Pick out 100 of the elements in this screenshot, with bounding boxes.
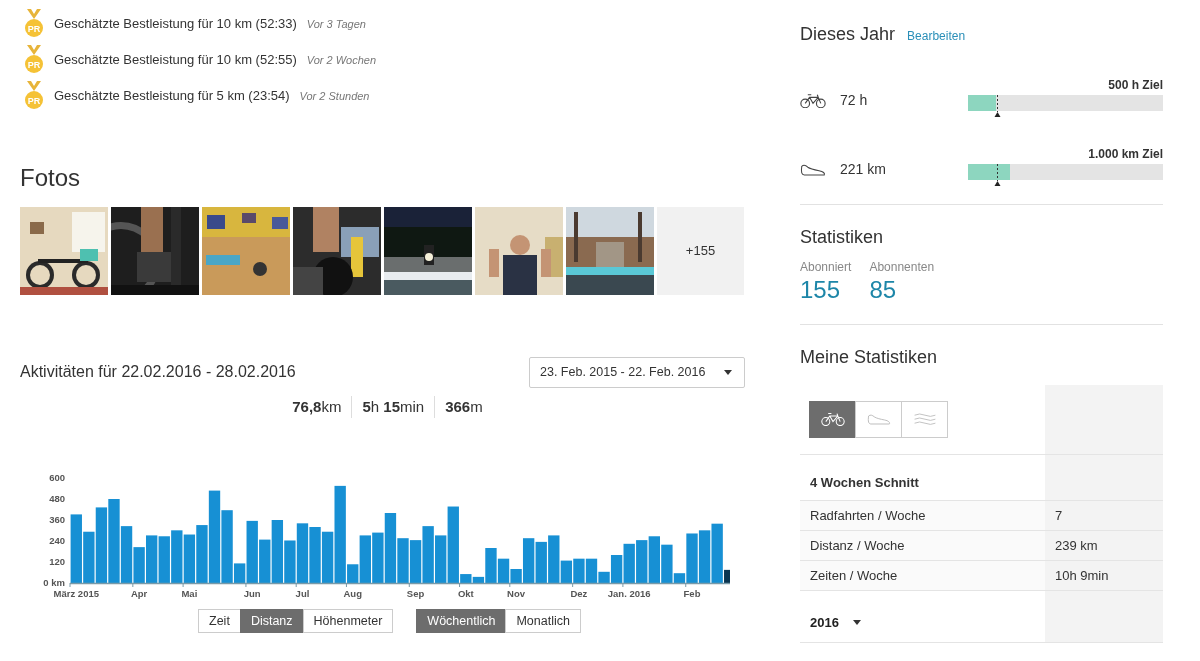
- year-dropdown[interactable]: 2016: [810, 612, 861, 633]
- chart-bar[interactable]: [535, 542, 547, 584]
- shoe-icon: [866, 412, 891, 427]
- stat-label: Abonniert: [800, 259, 852, 277]
- caret-icon: [852, 619, 861, 625]
- toggle-button[interactable]: Wöchentlich: [416, 609, 507, 634]
- stat-value[interactable]: 155: [800, 278, 852, 303]
- toggle-button[interactable]: Zeit: [198, 609, 241, 634]
- chart-bar[interactable]: [636, 540, 648, 584]
- chart-bar[interactable]: [271, 520, 283, 584]
- chart-bar[interactable]: [523, 538, 535, 584]
- chart-bar[interactable]: [673, 573, 686, 584]
- chart-bar[interactable]: [623, 544, 635, 584]
- chart-bar[interactable]: [120, 526, 133, 584]
- chart-bar[interactable]: [698, 530, 711, 584]
- caret-icon: [724, 369, 732, 375]
- axis-label: Feb: [683, 588, 701, 600]
- record-time: Vor 3 Tagen: [306, 16, 366, 32]
- table-cell: Radfahrten / Woche: [800, 500, 1045, 530]
- section-title: Fotos: [20, 164, 82, 193]
- goal-label: 500 h Ziel: [1108, 76, 1163, 94]
- sport-tab[interactable]: [809, 400, 856, 438]
- chart-bar[interactable]: [610, 555, 623, 584]
- chart-bar[interactable]: [321, 532, 334, 584]
- chart-bar[interactable]: [384, 513, 397, 584]
- axis-label: 120: [49, 556, 65, 568]
- axis-label: Nov: [507, 588, 526, 600]
- chart-bar[interactable]: [83, 532, 95, 584]
- chart-bar[interactable]: [208, 490, 221, 584]
- axis-label: 480: [49, 493, 65, 505]
- chart-bar[interactable]: [711, 523, 723, 584]
- chart-bar[interactable]: [171, 530, 183, 584]
- goal-value: 72 h: [840, 91, 868, 111]
- more-photos-tile[interactable]: +155: [657, 206, 744, 295]
- chart-bar[interactable]: [585, 558, 598, 584]
- chart-bar[interactable]: [246, 521, 258, 584]
- section-title: Meine Statistiken: [800, 347, 939, 369]
- chart-bar[interactable]: [334, 486, 346, 584]
- toggle-button[interactable]: Höhenmeter: [302, 609, 394, 634]
- table-cell: 7: [1045, 500, 1163, 530]
- section-title: Statistiken: [800, 226, 885, 249]
- chart-bar[interactable]: [233, 563, 246, 584]
- axis-label: Aug: [343, 588, 362, 600]
- summary-value: 366m: [434, 395, 493, 419]
- chart-bar[interactable]: [158, 536, 170, 584]
- chart-bar[interactable]: [347, 564, 359, 584]
- record-text: Geschätzte Bestleistung für 10 km (52:33): [54, 15, 297, 34]
- table-cell: 239 km: [1045, 530, 1163, 560]
- chart-bar[interactable]: [183, 534, 196, 584]
- table-section-title: 4 Wochen Schnitt: [810, 474, 919, 493]
- axis-label: Apr: [130, 588, 148, 600]
- chart-bar[interactable]: [460, 574, 472, 584]
- axis-label: Sep: [406, 588, 425, 600]
- chart-bar[interactable]: [497, 558, 510, 584]
- summary-value: 5h 15min: [351, 395, 435, 419]
- toggle-button[interactable]: Monatlich: [505, 609, 581, 634]
- chart-bar[interactable]: [472, 577, 485, 584]
- axis-label: März 2015: [53, 588, 99, 600]
- chart-bar[interactable]: [573, 558, 585, 584]
- edit-link[interactable]: Bearbeiten: [907, 27, 966, 45]
- bike-icon: [820, 412, 845, 427]
- record-text: Geschätzte Bestleistung für 5 km (23:54): [54, 87, 290, 106]
- record-time: Vor 2 Stunden: [299, 88, 370, 104]
- axis-label: 360: [49, 514, 65, 526]
- chart-bar[interactable]: [548, 535, 560, 584]
- bike-icon: [800, 92, 826, 109]
- record-time: Vor 2 Wochen: [306, 52, 377, 68]
- chart-bar[interactable]: [560, 560, 573, 584]
- chart-bar[interactable]: [70, 514, 82, 584]
- chart-bar[interactable]: [284, 540, 296, 584]
- chart-bar[interactable]: [359, 535, 371, 584]
- axis-label: Jun: [243, 588, 261, 600]
- activities-title: Aktivitäten für 22.02.2016 - 28.02.2016: [20, 362, 296, 383]
- table-cell: 10h 9min: [1045, 560, 1163, 590]
- chart-bar[interactable]: [95, 507, 108, 584]
- table-cell: Distanz / Woche: [800, 530, 1045, 560]
- axis-label: Mai: [181, 588, 198, 600]
- chart-bar[interactable]: [447, 506, 459, 584]
- chart-bar[interactable]: [296, 523, 309, 584]
- axis-label: 240: [49, 535, 65, 547]
- axis-label: Okt: [457, 588, 474, 600]
- summary-value: 76,8km: [291, 396, 343, 417]
- record-text: Geschätzte Bestleistung für 10 km (52:55): [54, 51, 297, 70]
- chart-bar[interactable]: [259, 539, 271, 584]
- chart-bar[interactable]: [435, 535, 447, 584]
- chart-bar[interactable]: [146, 535, 158, 584]
- axis-label: 600: [49, 472, 65, 484]
- axis-label: Dez: [570, 588, 588, 600]
- stat-value[interactable]: 85: [869, 278, 935, 303]
- table-cell: Zeiten / Woche: [800, 560, 1045, 590]
- chart-bar[interactable]: [661, 544, 673, 584]
- section-title: Dieses Jahr: [800, 24, 896, 46]
- date-range-dropdown[interactable]: 23. Feb. 2015 - 22. Feb. 2016: [529, 356, 745, 388]
- chart-bar[interactable]: [648, 536, 660, 584]
- goal-label: 1.000 km Ziel: [1088, 145, 1163, 163]
- waves-icon: [912, 412, 937, 427]
- chart-bar[interactable]: [409, 540, 422, 584]
- axis-label: Jan. 2016: [607, 588, 651, 600]
- stat-label: Abonnenten: [869, 259, 935, 277]
- toggle-button[interactable]: Distanz: [239, 609, 304, 634]
